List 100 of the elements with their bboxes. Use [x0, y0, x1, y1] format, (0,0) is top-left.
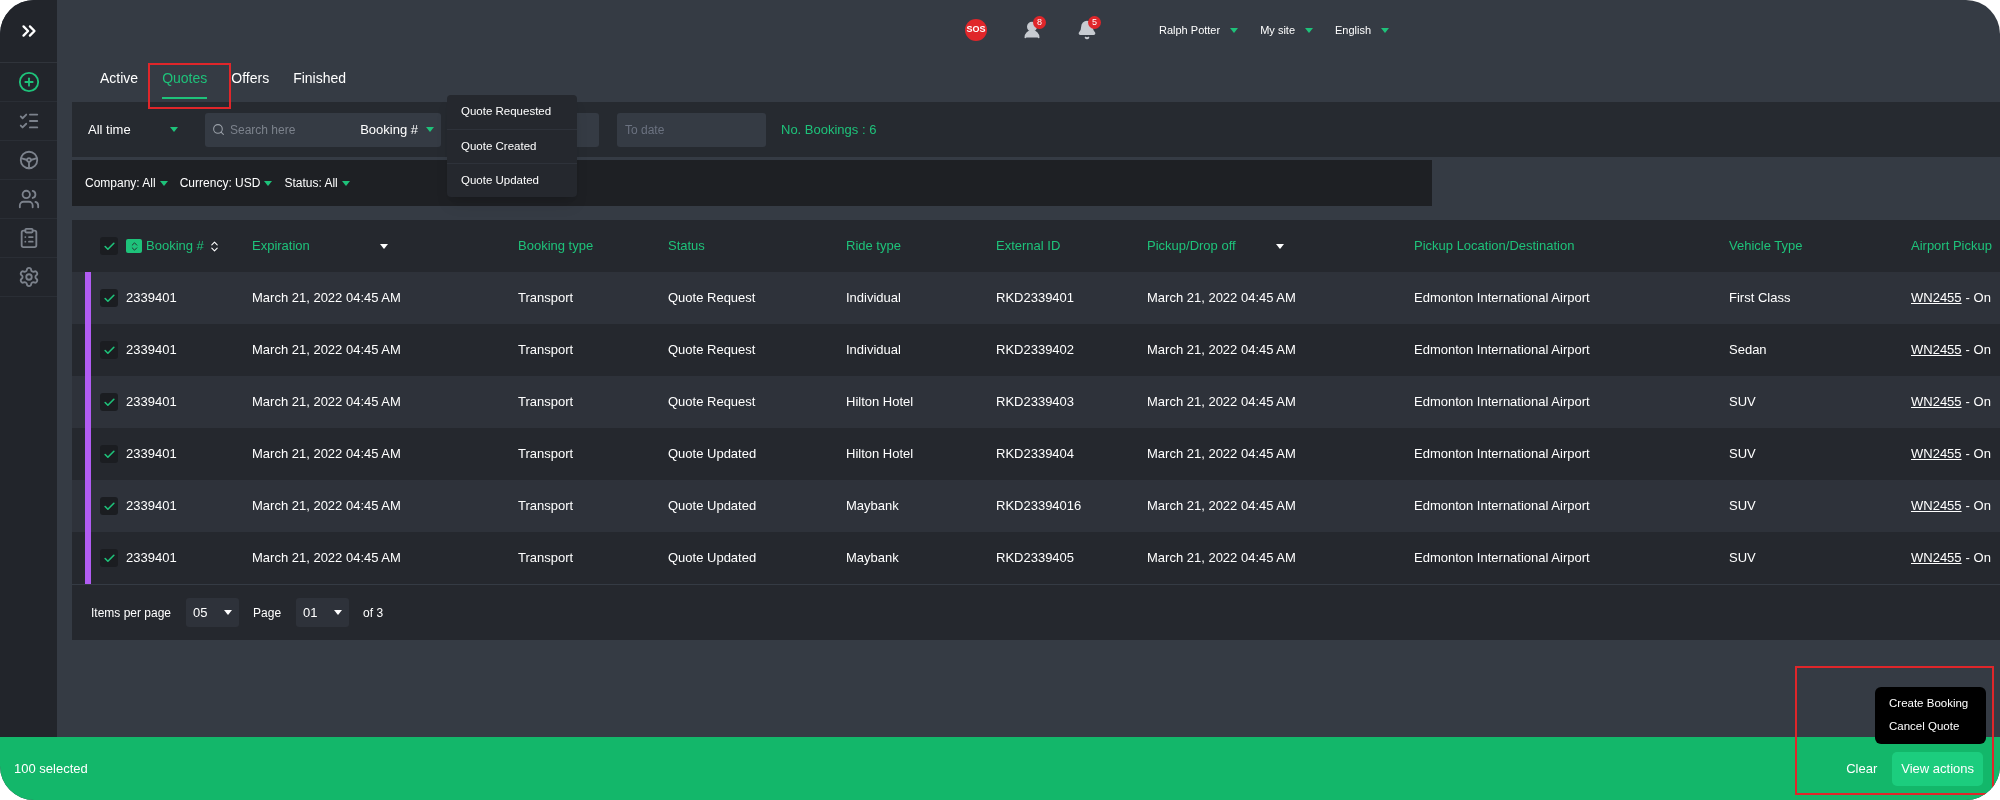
page-count: of 3	[363, 604, 384, 622]
check-icon	[102, 291, 116, 305]
flight-link[interactable]: WN2455	[1911, 444, 1962, 464]
plus-circle-icon[interactable]	[17, 71, 40, 93]
flight-status: - On	[1965, 289, 1991, 308]
column-header[interactable]: External ID	[996, 236, 1061, 256]
period-select[interactable]: All time	[88, 119, 178, 140]
column-header[interactable]: Vehicle Type	[1729, 236, 1803, 256]
caret-icon	[341, 180, 350, 186]
column-header[interactable]: Airport Pickup	[1911, 236, 1992, 256]
table-cell: RKD23394016	[996, 498, 1082, 514]
flight-link[interactable]: WN2455	[1911, 548, 1962, 568]
tab[interactable]: Offers	[231, 60, 270, 99]
tab[interactable]: Quotes	[162, 60, 208, 99]
table-cell: Transport	[518, 498, 574, 514]
dropdown-item[interactable]: Quote Requested	[447, 95, 577, 129]
table-cell: Quote Request	[668, 290, 756, 306]
check-icon	[102, 447, 116, 461]
flight-status: - On	[1965, 393, 1991, 412]
per-page-select[interactable]: 05	[186, 598, 240, 627]
row-checkbox[interactable]	[100, 549, 118, 567]
table-cell: 2339401	[126, 290, 177, 306]
column-header[interactable]: Booking type	[518, 236, 594, 256]
header-menu[interactable]: English	[1335, 21, 1390, 39]
dropdown-caret-icon[interactable]	[1276, 243, 1284, 249]
search-field[interactable]: Search here	[230, 120, 330, 139]
caret-icon	[334, 610, 343, 615]
dropdown-item[interactable]: Quote Created	[447, 129, 577, 163]
table-cell: Edmonton International Airport	[1414, 498, 1590, 514]
table-cell: Hilton Hotel	[846, 446, 914, 462]
check-icon	[102, 395, 116, 409]
header-menu[interactable]: Ralph Potter	[1159, 21, 1239, 39]
dropdown-item[interactable]: Quote Updated	[447, 163, 577, 197]
page-select[interactable]: 01	[296, 598, 350, 627]
action-menu-item[interactable]: Create Booking	[1875, 692, 1986, 716]
dropdown-caret-icon[interactable]	[380, 243, 388, 249]
flight-link[interactable]: WN2455	[1911, 496, 1962, 516]
table-cell: Transport	[518, 394, 574, 410]
table-cell: Transport	[518, 550, 574, 566]
check-icon	[102, 499, 116, 513]
caret-icon	[1305, 27, 1313, 33]
action-menu-item[interactable]: Cancel Quote	[1875, 715, 1986, 739]
table-cell: 2339401	[126, 446, 177, 462]
page-label: Page	[253, 604, 282, 622]
flight-status: - On	[1965, 445, 1991, 464]
table-cell: SUV	[1729, 550, 1756, 566]
tab[interactable]: Finished	[293, 60, 347, 99]
flight-link[interactable]: WN2455	[1911, 340, 1962, 360]
table-cell: Maybank	[846, 498, 899, 514]
row-checkbox[interactable]	[100, 341, 118, 359]
table-cell: 2339401	[126, 498, 177, 514]
table-cell: March 21, 2022 04:45 AM	[252, 550, 401, 566]
column-header[interactable]: Expiration	[252, 236, 310, 256]
row-checkbox[interactable]	[100, 237, 118, 255]
table-cell: SUV	[1729, 394, 1756, 410]
flight-link[interactable]: WN2455	[1911, 288, 1962, 308]
row-checkbox[interactable]	[100, 289, 118, 307]
column-header[interactable]: Booking #	[146, 236, 204, 256]
table-cell: Quote Updated	[668, 446, 757, 462]
row-checkbox[interactable]	[100, 393, 118, 411]
column-header[interactable]: Status	[668, 236, 705, 256]
gear-icon[interactable]	[17, 266, 40, 288]
row-checkbox[interactable]	[100, 497, 118, 515]
table-cell: March 21, 2022 04:45 AM	[252, 446, 401, 462]
column-menu-icon[interactable]	[126, 239, 142, 253]
date-field[interactable]: To date	[617, 112, 766, 147]
table-cell: Quote Updated	[668, 498, 757, 514]
table-cell: March 21, 2022 04:45 AM	[1147, 446, 1296, 462]
check-icon	[102, 239, 116, 253]
table-cell: March 21, 2022 04:45 AM	[252, 498, 401, 514]
filter-chip[interactable]: Currency: USD	[179, 174, 273, 192]
table-cell: Transport	[518, 342, 574, 358]
table-cell: Hilton Hotel	[846, 394, 914, 410]
selected-count: 100 selected	[14, 759, 88, 778]
sos-icon[interactable]: SOS	[965, 19, 987, 41]
row-checkbox[interactable]	[100, 445, 118, 463]
header-menu[interactable]: My site	[1260, 21, 1313, 39]
table-cell: March 21, 2022 04:45 AM	[1147, 394, 1296, 410]
user-icon[interactable]	[1022, 20, 1042, 40]
column-header[interactable]: Ride type	[846, 236, 901, 256]
tab[interactable]: Active	[100, 60, 139, 99]
column-header[interactable]: Pickup Location/Destination	[1414, 236, 1575, 256]
caret-icon	[264, 180, 273, 186]
people-icon[interactable]	[17, 188, 40, 210]
flight-link[interactable]: WN2455	[1911, 392, 1962, 412]
column-header[interactable]: Pickup/Drop off	[1147, 236, 1236, 256]
table-cell: First Class	[1729, 290, 1791, 306]
table-cell: Edmonton International Airport	[1414, 446, 1590, 462]
table-cell: March 21, 2022 04:45 AM	[1147, 498, 1296, 514]
table-cell: RKD2339401	[996, 290, 1075, 306]
caret-icon	[1381, 27, 1390, 33]
table-cell: Maybank	[846, 550, 899, 566]
steering-wheel-icon[interactable]	[17, 149, 40, 171]
count-badge: 8	[1033, 16, 1046, 29]
table-cell: 2339401	[126, 394, 177, 410]
table-cell: March 21, 2022 04:45 AM	[252, 290, 401, 306]
search-field-select[interactable]: Booking #	[360, 119, 434, 140]
filter-chip[interactable]: Company: All	[85, 174, 168, 192]
table-cell: Edmonton International Airport	[1414, 342, 1590, 358]
filter-chip[interactable]: Status: All	[284, 174, 350, 192]
